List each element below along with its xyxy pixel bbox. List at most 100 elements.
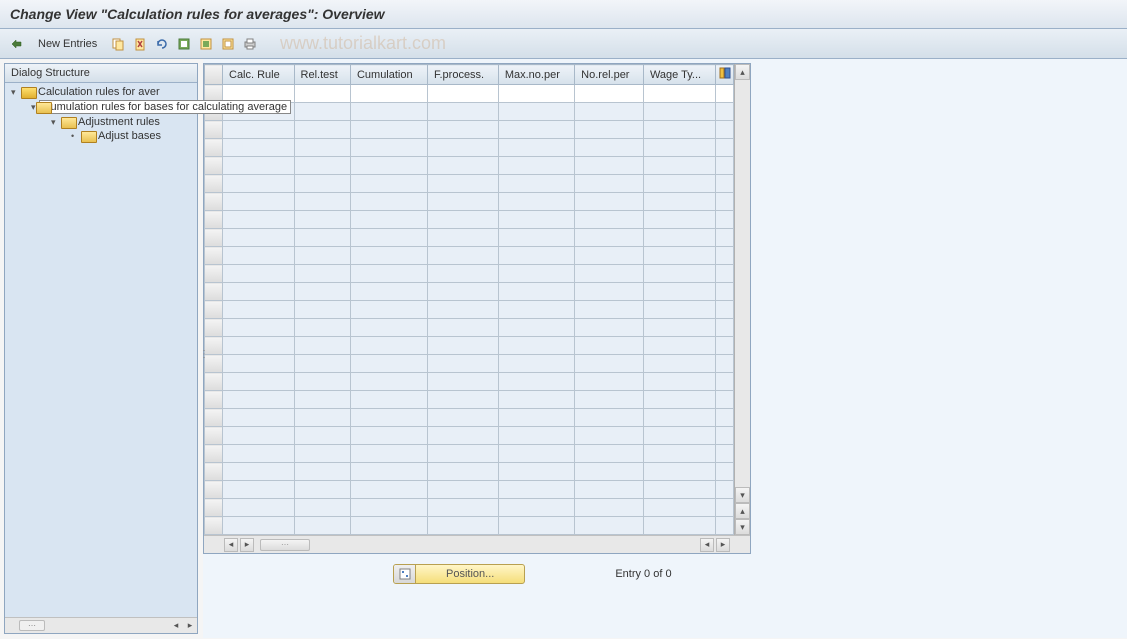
column-header-calc-rule[interactable]: Calc. Rule: [223, 65, 295, 85]
tree-expand-icon[interactable]: ▾: [51, 117, 61, 128]
table-cell[interactable]: [643, 103, 715, 121]
table-cell[interactable]: [350, 157, 427, 175]
table-cell[interactable]: [294, 121, 350, 139]
table-cell[interactable]: [223, 409, 295, 427]
table-cell[interactable]: [643, 247, 715, 265]
table-cell[interactable]: [223, 391, 295, 409]
table-cell[interactable]: [427, 103, 498, 121]
table-cell[interactable]: [498, 445, 574, 463]
table-cell[interactable]: [643, 373, 715, 391]
table-cell[interactable]: [498, 193, 574, 211]
table-cell[interactable]: [223, 157, 295, 175]
table-cell[interactable]: [643, 229, 715, 247]
table-cell[interactable]: [427, 283, 498, 301]
table-cell[interactable]: [427, 409, 498, 427]
table-cell[interactable]: [643, 319, 715, 337]
table-cell[interactable]: [294, 319, 350, 337]
position-button[interactable]: Position...: [393, 564, 525, 584]
table-cell[interactable]: [498, 211, 574, 229]
column-header-max-no-per[interactable]: Max.no.per: [498, 65, 574, 85]
table-cell[interactable]: [498, 427, 574, 445]
print-icon[interactable]: [241, 35, 259, 53]
table-row[interactable]: [205, 211, 734, 229]
table-cell[interactable]: [294, 229, 350, 247]
table-row[interactable]: [205, 409, 734, 427]
table-cell[interactable]: [498, 247, 574, 265]
scroll-left-icon[interactable]: ◂: [224, 538, 238, 552]
table-cell[interactable]: [427, 337, 498, 355]
delete-icon[interactable]: [131, 35, 149, 53]
table-cell[interactable]: [498, 373, 574, 391]
table-row[interactable]: [205, 499, 734, 517]
table-cell[interactable]: [427, 373, 498, 391]
table-cell[interactable]: [350, 247, 427, 265]
table-row[interactable]: [205, 157, 734, 175]
table-cell[interactable]: [427, 301, 498, 319]
table-cell[interactable]: [575, 121, 644, 139]
deselect-all-icon[interactable]: [219, 35, 237, 53]
table-row[interactable]: [205, 391, 734, 409]
table-cell[interactable]: [498, 481, 574, 499]
table-cell[interactable]: [223, 517, 295, 535]
row-selector[interactable]: [205, 499, 223, 517]
table-cell[interactable]: [643, 355, 715, 373]
table-cell[interactable]: [350, 229, 427, 247]
table-cell[interactable]: [350, 337, 427, 355]
table-cell[interactable]: [294, 301, 350, 319]
table-cell[interactable]: [427, 265, 498, 283]
table-cell[interactable]: [294, 409, 350, 427]
table-cell[interactable]: [223, 121, 295, 139]
tree-item-cumulation-rules[interactable]: ▾ Cumulation rules for bases for calcula…: [5, 99, 197, 115]
table-cell[interactable]: [294, 247, 350, 265]
scroll-right-icon[interactable]: ▸: [183, 619, 197, 633]
table-cell[interactable]: [223, 373, 295, 391]
table-cell[interactable]: [575, 247, 644, 265]
table-cell[interactable]: [575, 463, 644, 481]
table-cell[interactable]: [575, 373, 644, 391]
table-cell[interactable]: [498, 103, 574, 121]
table-cell[interactable]: [643, 211, 715, 229]
table-cell[interactable]: [427, 211, 498, 229]
table-cell[interactable]: [643, 121, 715, 139]
table-cell[interactable]: [498, 121, 574, 139]
table-cell[interactable]: [575, 499, 644, 517]
table-cell[interactable]: [643, 409, 715, 427]
row-selector[interactable]: [205, 373, 223, 391]
table-cell[interactable]: [643, 481, 715, 499]
table-cell[interactable]: [294, 211, 350, 229]
table-cell[interactable]: [498, 517, 574, 535]
table-cell[interactable]: [575, 193, 644, 211]
table-cell[interactable]: [643, 157, 715, 175]
row-selector[interactable]: [205, 409, 223, 427]
table-cell[interactable]: [575, 391, 644, 409]
table-config-button[interactable]: [716, 65, 734, 85]
table-cell[interactable]: [427, 157, 498, 175]
table-cell[interactable]: [223, 481, 295, 499]
column-header-cumulation[interactable]: Cumulation: [350, 65, 427, 85]
table-cell[interactable]: [294, 391, 350, 409]
tree-item-adjustment-rules[interactable]: ▾ Adjustment rules: [5, 115, 197, 129]
table-cell[interactable]: [498, 499, 574, 517]
copy-icon[interactable]: [109, 35, 127, 53]
table-cell[interactable]: [223, 211, 295, 229]
scroll-down-icon[interactable]: ▾: [735, 487, 750, 503]
table-cell[interactable]: [575, 139, 644, 157]
table-cell[interactable]: [575, 157, 644, 175]
scroll-up-icon[interactable]: ▴: [735, 64, 750, 80]
scroll-track[interactable]: [735, 80, 750, 487]
tree-item-adjust-bases[interactable]: • Adjust bases: [5, 129, 197, 143]
table-row[interactable]: [205, 319, 734, 337]
scroll-thumb[interactable]: ⋯: [19, 620, 45, 631]
row-selector[interactable]: [205, 157, 223, 175]
table-cell[interactable]: [223, 229, 295, 247]
column-header-no-rel-per[interactable]: No.rel.per: [575, 65, 644, 85]
table-cell[interactable]: [498, 391, 574, 409]
table-cell[interactable]: [350, 391, 427, 409]
table-row[interactable]: [205, 481, 734, 499]
table-row[interactable]: [205, 193, 734, 211]
table-cell[interactable]: [498, 229, 574, 247]
table-row[interactable]: [205, 265, 734, 283]
table-cell[interactable]: [498, 139, 574, 157]
table-cell[interactable]: [427, 445, 498, 463]
scroll-down-icon[interactable]: ▾: [735, 519, 750, 535]
